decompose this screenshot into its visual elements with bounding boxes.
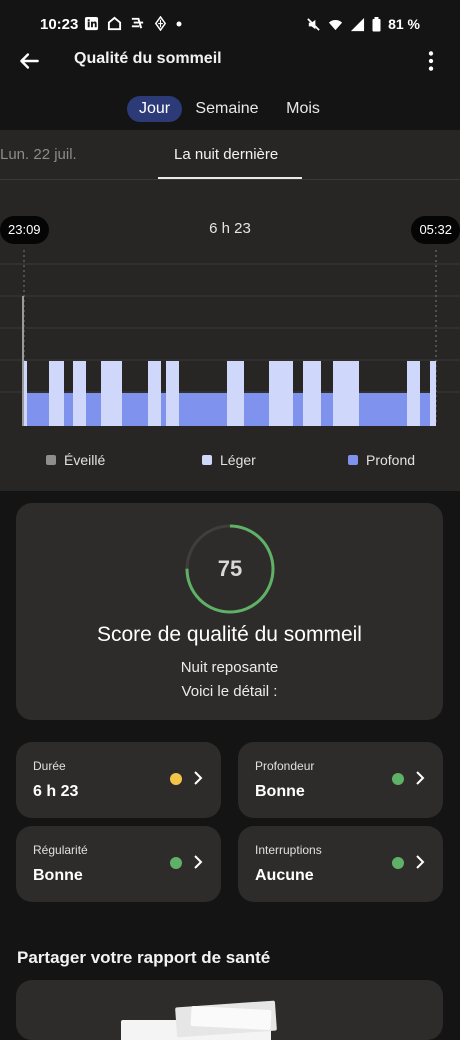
battery-icon (372, 16, 381, 31)
score-value: 75 (217, 556, 243, 581)
app-bar: Qualité du sommeil (0, 40, 460, 80)
home-icon (107, 16, 122, 31)
metric-card-regularity[interactable]: Régularité Bonne (16, 826, 221, 902)
metric-value: Bonne (33, 867, 83, 884)
diamond-icon (154, 16, 167, 31)
segment-month[interactable]: Mois (280, 96, 326, 122)
system-icons: 81 % (306, 16, 420, 32)
light-sleep-segment (73, 361, 86, 426)
light-sleep-segment (407, 361, 420, 426)
status-dot (392, 773, 404, 785)
mute-icon (307, 17, 320, 31)
status-dot (170, 857, 182, 869)
signal-icon (351, 17, 365, 31)
sleep-graph-panel: Lun. 22 juil. La nuit dernière 6 h 23 23… (0, 130, 460, 491)
metric-label: Durée (33, 759, 66, 773)
sleep-score-card: 75 Score de qualité du sommeil Nuit repo… (16, 503, 443, 720)
linkedin-icon (84, 16, 99, 31)
more-notifications-dot-icon (176, 21, 182, 26)
segment-day[interactable]: Jour (127, 96, 182, 122)
legend-awake-label: Éveillé (64, 452, 106, 468)
battery-percent: 81 % (388, 16, 420, 32)
metric-card-interruptions[interactable]: Interruptions Aucune (238, 826, 443, 902)
light-sleep-segment (166, 361, 179, 426)
light-sleep-segment (24, 361, 27, 426)
legend-deep: Profond (348, 452, 415, 468)
app-notification-icon (131, 17, 144, 29)
light-sleep-segment (430, 361, 436, 426)
status-time: 10:23 (40, 16, 79, 33)
legend-deep-label: Profond (366, 452, 416, 468)
legend-light-swatch (202, 455, 212, 465)
metric-value: Bonne (255, 783, 305, 800)
share-section-title: Partager votre rapport de santé (17, 948, 271, 967)
legend-light-label: Léger (220, 452, 256, 468)
light-sleep-segment (148, 361, 161, 426)
tab-divider (0, 179, 460, 180)
chevron-right-icon (416, 771, 425, 785)
tab-previous-day[interactable]: Lun. 22 juil. (0, 146, 77, 163)
notification-icons (84, 16, 182, 31)
page-title: Qualité du sommeil (74, 50, 222, 67)
more-options-icon[interactable] (418, 48, 444, 74)
back-arrow-icon[interactable] (16, 48, 42, 74)
legend-light: Léger (202, 452, 256, 468)
light-sleep-segment (227, 361, 244, 426)
light-sleep-segment (101, 361, 122, 426)
light-sleep-segment (269, 361, 293, 426)
legend-awake: Éveillé (46, 452, 105, 468)
light-sleep-segment (49, 361, 64, 426)
wifi-icon (329, 19, 343, 30)
sleep-stage-chart (0, 250, 460, 426)
score-detail-intro: Voici le détail : (181, 683, 278, 700)
light-sleep-segment (333, 361, 359, 426)
light-sleep-segment (303, 361, 321, 426)
metric-label: Régularité (33, 843, 88, 857)
metric-value: Aucune (255, 867, 314, 884)
chevron-right-icon (416, 855, 425, 869)
status-dot (392, 857, 404, 869)
awake-segment (22, 296, 24, 426)
metric-value: 6 h 23 (33, 783, 79, 800)
share-report-card[interactable] (16, 980, 443, 1040)
legend-awake-swatch (46, 455, 56, 465)
status-dot (170, 773, 182, 785)
legend-deep-swatch (348, 455, 358, 465)
metric-label: Interruptions (255, 843, 322, 857)
period-selector: Jour Semaine Mois (0, 94, 460, 124)
metric-card-duration[interactable]: Durée 6 h 23 (16, 742, 221, 818)
report-preview-page (190, 1005, 272, 1031)
sleep-duration: 6 h 23 (209, 220, 251, 237)
chevron-right-icon (194, 855, 203, 869)
segment-week[interactable]: Semaine (190, 96, 264, 122)
metric-label: Profondeur (255, 759, 315, 773)
metric-card-depth[interactable]: Profondeur Bonne (238, 742, 443, 818)
score-summary: Nuit reposante (180, 659, 279, 676)
tab-last-night[interactable]: La nuit dernière (174, 146, 278, 163)
score-title: Score de qualité du sommeil (97, 623, 362, 646)
chevron-right-icon (194, 771, 203, 785)
